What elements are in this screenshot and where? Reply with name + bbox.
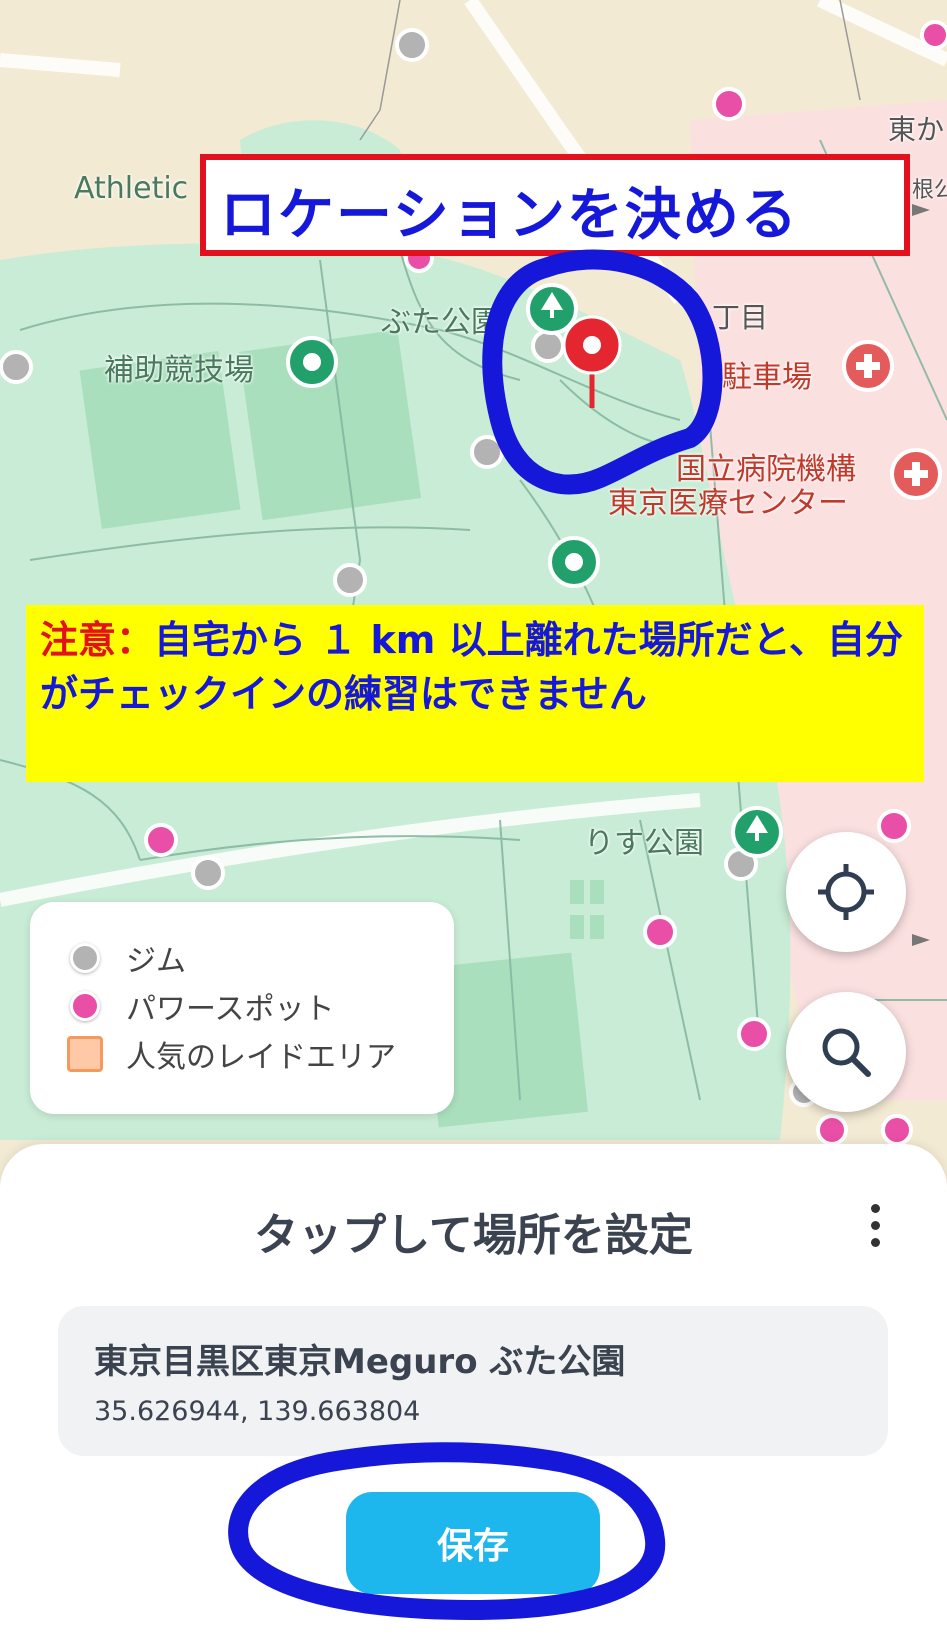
legend-label: パワースポット (126, 992, 335, 1027)
legend-label: 人気のレイドエリア (126, 1040, 396, 1075)
search-icon (822, 1028, 871, 1077)
gym-dot-icon (70, 943, 100, 973)
bottom-sheet: タップして場所を設定 東京目黒区東京Meguro ぶた公園 35.626944,… (0, 1144, 947, 1634)
sheet-title: タップして場所を設定 (254, 1210, 693, 1261)
map-label-edge-side: 根公 (912, 178, 947, 203)
map-label-parking: 駐車場 (722, 360, 812, 395)
map-label-aux-field: 補助競技場 (104, 353, 254, 388)
locate-button[interactable] (786, 832, 906, 952)
note-body: 自宅から １ km 以上離れた場所だと、自分がチェックインの練習はできません (40, 618, 904, 716)
map-label-chome: 丁目 (712, 301, 769, 334)
annotation-note: 注意：自宅から １ km 以上離れた場所だと、自分がチェックインの練習はできませ… (26, 605, 924, 782)
legend-label: ジム (126, 944, 186, 979)
legend-item-raid-area: 人気のレイドエリア (67, 1034, 396, 1075)
note-lead: 注意： (40, 618, 155, 662)
map-label-hospital-2: 東京医療センター (608, 486, 848, 521)
map-label-athletic: Athletic (74, 171, 189, 206)
annotation-title-box: ロケーションを決める (200, 154, 910, 256)
raid-area-square-icon (67, 1036, 103, 1072)
location-coordinates: 35.626944, 139.663804 (94, 1396, 421, 1427)
selected-location-card: 東京目黒区東京Meguro ぶた公園 35.626944, 139.663804 (58, 1306, 888, 1456)
more-options-icon[interactable] (860, 1204, 890, 1254)
map-label-risu-park: りす公園 (584, 826, 704, 861)
location-name: 東京目黒区東京Meguro ぶた公園 (94, 1342, 626, 1382)
map-label-buta-park: ぶた公園 (381, 305, 501, 340)
search-button[interactable] (786, 992, 906, 1112)
crosshair-icon (818, 864, 874, 920)
annotation-title: ロケーションを決める (220, 183, 799, 248)
map-label-edge-top: 東か (888, 113, 945, 146)
legend-item-gym: ジム (70, 938, 186, 979)
save-button[interactable]: 保存 (346, 1492, 600, 1594)
power-spot-dot-icon (70, 991, 100, 1021)
map-legend: ジム パワースポット 人気のレイドエリア (30, 902, 454, 1114)
legend-item-power-spot: パワースポット (70, 986, 335, 1027)
